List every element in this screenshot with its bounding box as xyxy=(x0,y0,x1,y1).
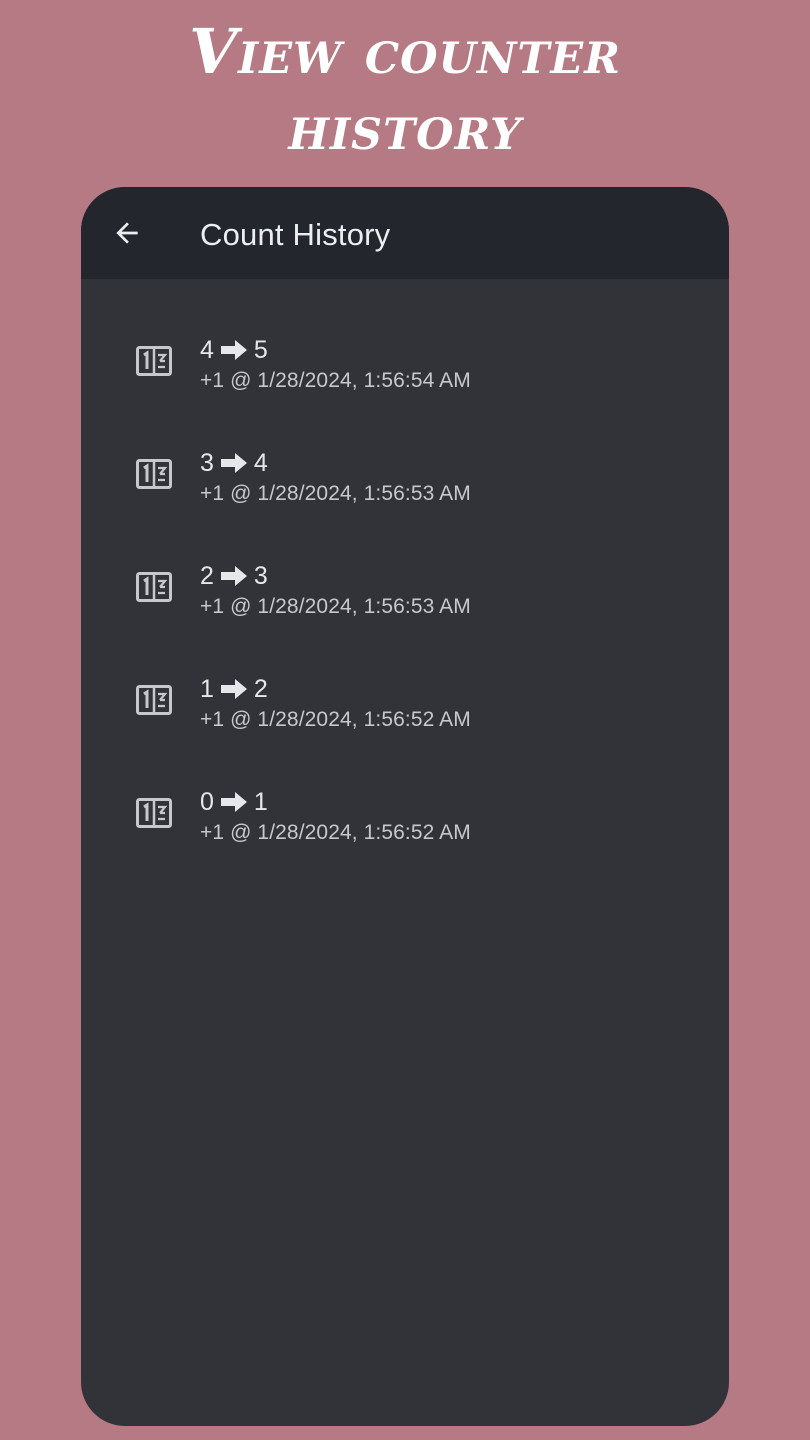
history-item-text: 1 2 +1 @ 1/28/2024, 1:56:52 AM xyxy=(200,674,471,734)
change-detail: +1 @ 1/28/2024, 1:56:52 AM xyxy=(200,708,471,731)
history-item[interactable]: 4 5 +1 @ 1/28/2024, 1:56:54 AM xyxy=(81,335,729,448)
counter-icon xyxy=(136,798,172,828)
arrow-right-icon xyxy=(220,792,247,812)
history-item[interactable]: 3 4 +1 @ 1/28/2024, 1:56:53 AM xyxy=(81,448,729,561)
change-detail: +1 @ 1/28/2024, 1:56:54 AM xyxy=(200,369,471,392)
count-to: 5 xyxy=(253,336,268,364)
app-bar: Count History xyxy=(81,187,729,279)
count-to: 1 xyxy=(253,788,268,816)
page-title: Count History xyxy=(200,217,391,252)
history-item-text: 0 1 +1 @ 1/28/2024, 1:56:52 AM xyxy=(200,787,471,847)
change-detail: +1 @ 1/28/2024, 1:56:52 AM xyxy=(200,821,471,844)
promo-headline: View counter history xyxy=(0,14,810,166)
count-change: 1 2 xyxy=(200,674,471,704)
change-detail: +1 @ 1/28/2024, 1:56:53 AM xyxy=(200,482,471,505)
count-change: 0 1 xyxy=(200,787,471,817)
counter-icon xyxy=(136,572,172,602)
arrow-right-icon xyxy=(220,679,247,699)
count-from: 4 xyxy=(200,336,214,364)
count-from: 3 xyxy=(200,449,214,477)
history-item[interactable]: 1 2 +1 @ 1/28/2024, 1:56:52 AM xyxy=(81,674,729,787)
count-to: 4 xyxy=(253,449,268,477)
promo-headline-line-2: history xyxy=(288,91,522,164)
counter-icon xyxy=(136,346,172,376)
arrow-right-icon xyxy=(220,453,247,473)
count-change: 4 5 xyxy=(200,335,471,365)
phone-screen: Count History 4 5 +1 @ 1/28/2024, 1:56:5… xyxy=(81,187,729,1426)
arrow-left-icon xyxy=(116,222,138,244)
arrow-right-icon xyxy=(220,340,247,360)
history-list: 4 5 +1 @ 1/28/2024, 1:56:54 AM 3 4 +1 @ … xyxy=(81,279,729,900)
back-button[interactable] xyxy=(107,213,147,253)
promo-headline-line-1: View counter xyxy=(189,15,621,88)
change-detail: +1 @ 1/28/2024, 1:56:53 AM xyxy=(200,595,471,618)
count-from: 0 xyxy=(200,788,214,816)
history-item-text: 2 3 +1 @ 1/28/2024, 1:56:53 AM xyxy=(200,561,471,621)
count-to: 2 xyxy=(253,675,268,703)
history-item[interactable]: 0 1 +1 @ 1/28/2024, 1:56:52 AM xyxy=(81,787,729,900)
history-item[interactable]: 2 3 +1 @ 1/28/2024, 1:56:53 AM xyxy=(81,561,729,674)
count-change: 2 3 xyxy=(200,561,471,591)
counter-icon xyxy=(136,459,172,489)
counter-icon xyxy=(136,685,172,715)
count-from: 1 xyxy=(200,675,214,703)
history-item-text: 4 5 +1 @ 1/28/2024, 1:56:54 AM xyxy=(200,335,471,395)
count-change: 3 4 xyxy=(200,448,471,478)
history-item-text: 3 4 +1 @ 1/28/2024, 1:56:53 AM xyxy=(200,448,471,508)
count-from: 2 xyxy=(200,562,214,590)
count-to: 3 xyxy=(253,562,268,590)
arrow-right-icon xyxy=(220,566,247,586)
